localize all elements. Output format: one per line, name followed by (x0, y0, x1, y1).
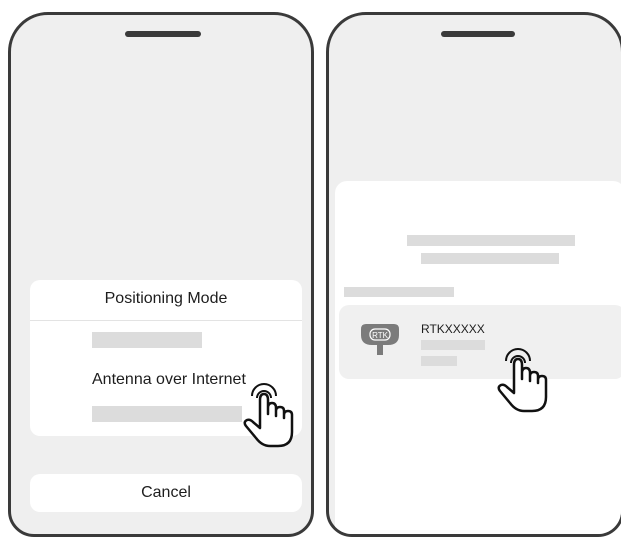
divider (30, 320, 302, 321)
phone-speaker-notch (441, 31, 515, 37)
header-placeholder-2 (421, 253, 559, 264)
antenna-over-internet-option[interactable]: Antenna over Internet (92, 371, 246, 389)
device-name: RTKXXXXX (421, 322, 485, 336)
tap-hand-icon (497, 348, 548, 413)
sheet-title: Positioning Mode (104, 290, 228, 307)
option-placeholder-1[interactable] (92, 332, 202, 348)
rtk-icon-label: RTK (372, 331, 389, 340)
device-list-item[interactable]: RTK RTKXXXXX (339, 305, 621, 379)
option-placeholder-3[interactable] (92, 406, 242, 422)
device-list-sheet: RTK RTKXXXXX (335, 181, 621, 534)
phone-speaker-notch (125, 31, 201, 37)
device-detail-placeholder-1 (421, 340, 485, 350)
tap-hand-icon (243, 383, 294, 448)
device-detail-placeholder-2 (421, 356, 457, 366)
header-placeholder-1 (407, 235, 575, 246)
phone-right: RTK RTKXXXXX (326, 12, 621, 537)
rtk-antenna-icon: RTK (361, 324, 399, 355)
cancel-button[interactable]: Cancel (30, 474, 302, 512)
section-label-placeholder (344, 287, 454, 297)
phone-left: Positioning Mode Antenna over Internet C… (8, 12, 314, 537)
